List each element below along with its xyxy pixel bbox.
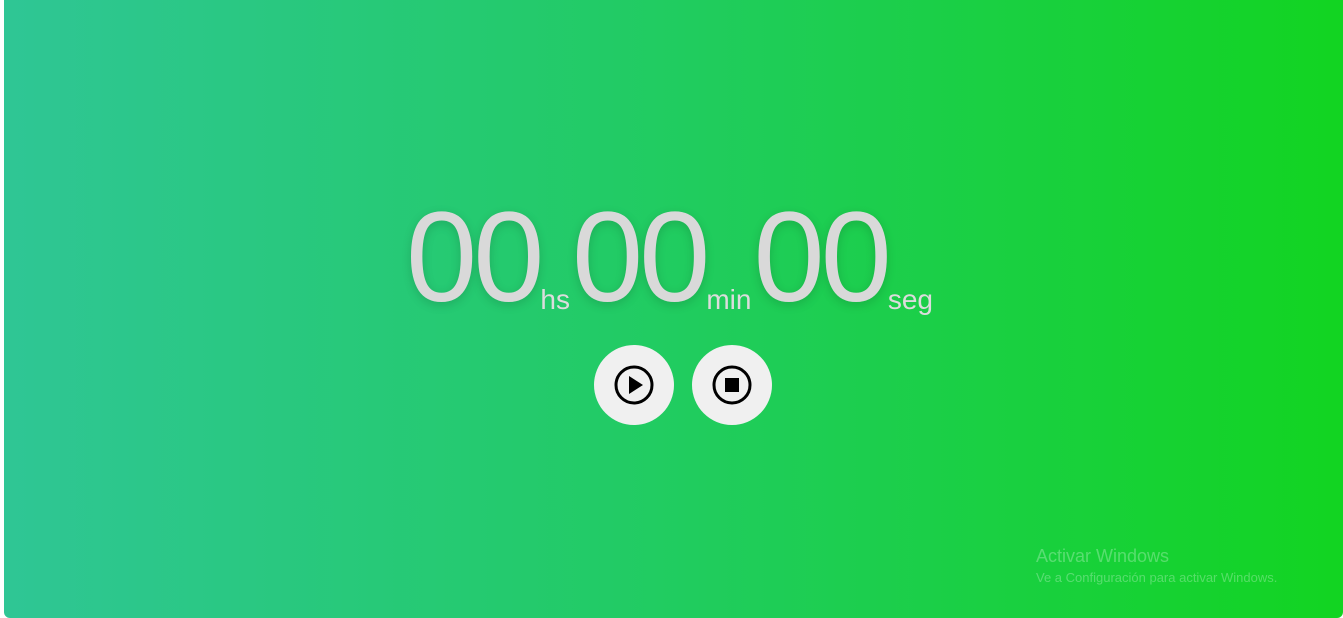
timer-display: 00 hs 00 min 00 seg: [406, 186, 935, 329]
hours-unit: hs: [540, 284, 570, 315]
seconds-value: 00: [753, 186, 891, 329]
windows-activation-watermark: Activar Windows Ve a Configuración para …: [1036, 545, 1277, 587]
stopwatch-app: 00 hs 00 min 00 seg Activar Windows Ve a…: [4, 0, 1343, 618]
play-button[interactable]: [594, 345, 674, 425]
watermark-title: Activar Windows: [1036, 546, 1170, 566]
hours-value: 00: [406, 186, 544, 329]
minutes-value: 00: [571, 186, 710, 329]
stop-button[interactable]: [692, 345, 772, 425]
play-circle-icon: [613, 364, 655, 406]
minutes-unit: min: [706, 284, 752, 315]
watermark-subtitle: Ve a Configuración para activar Windows.: [1036, 570, 1278, 585]
timer-controls: [594, 345, 772, 425]
stop-circle-icon: [711, 364, 753, 406]
seconds-unit: seg: [887, 284, 933, 315]
